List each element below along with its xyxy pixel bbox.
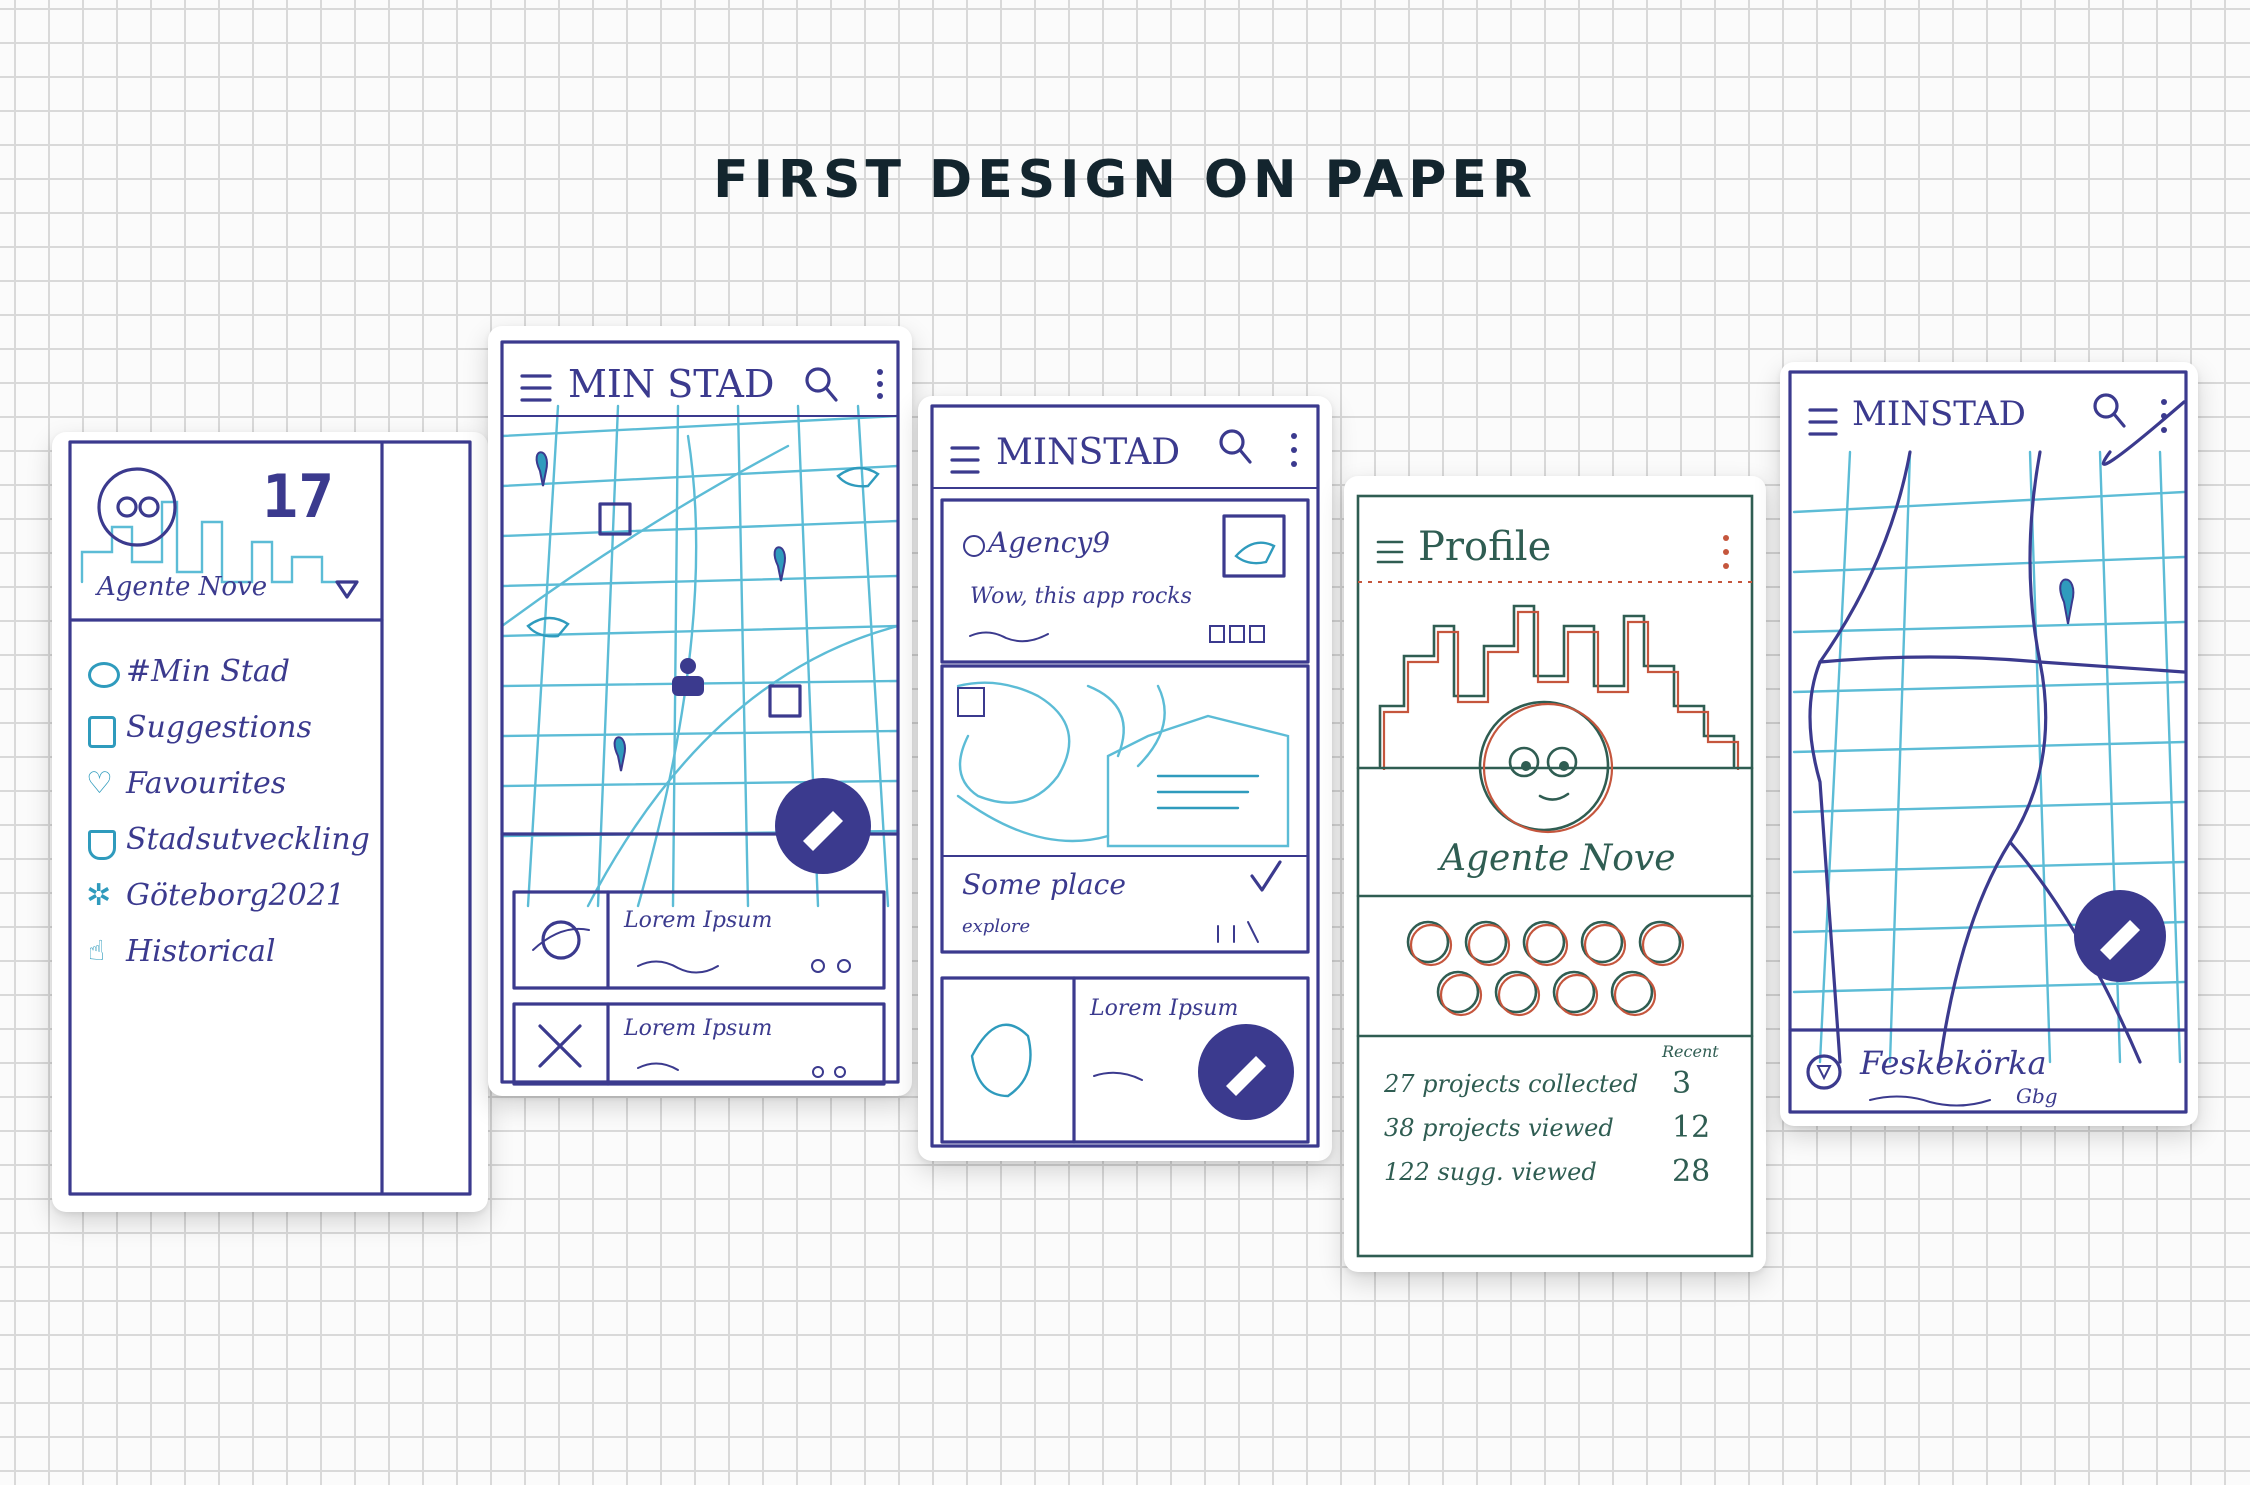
list-item[interactable]: Lorem Ipsum bbox=[514, 1004, 884, 1084]
more-icon[interactable] bbox=[1282, 426, 1306, 470]
list-item[interactable]: Lorem Ipsum bbox=[514, 892, 884, 988]
user-badge-count: 17 bbox=[262, 462, 335, 532]
planet-icon bbox=[88, 662, 120, 688]
menu-icon[interactable] bbox=[1372, 534, 1408, 570]
list-card[interactable]: Lorem Ipsum bbox=[942, 978, 1308, 1142]
stat-recent: 3 bbox=[1672, 1066, 1692, 1101]
app-title: MINSTAD bbox=[1852, 394, 2026, 434]
post-text: Wow, this app rocks bbox=[970, 584, 1192, 609]
search-icon[interactable] bbox=[1216, 426, 1256, 466]
menu-item-stadsutveckling[interactable]: Stadsutveckling bbox=[82, 820, 370, 866]
stat-row: 27 projects collected 3 bbox=[1384, 1066, 1744, 1112]
stat-row: 38 projects viewed 12 bbox=[1384, 1110, 1744, 1156]
add-button[interactable] bbox=[2074, 890, 2166, 982]
post-card[interactable]: Agency9 Wow, this app rocks bbox=[942, 500, 1308, 662]
sketch-profile-screen: Profile Agente Nove Recent 27 projects c… bbox=[1344, 476, 1766, 1272]
menu-icon[interactable] bbox=[946, 440, 986, 480]
account-dropdown-icon[interactable] bbox=[334, 577, 362, 601]
stat-label: 122 sugg. viewed bbox=[1384, 1158, 1597, 1186]
menu-item-favourites[interactable]: ♡ Favourites bbox=[82, 764, 362, 810]
place-city: Gbg bbox=[2016, 1084, 2058, 1108]
menu-item-label: Favourites bbox=[126, 766, 287, 801]
stat-label: 27 projects collected bbox=[1384, 1070, 1639, 1098]
explore-link[interactable]: explore bbox=[962, 916, 1030, 937]
menu-item-minstad[interactable]: #Min Stad bbox=[82, 652, 362, 698]
heart-icon: ♡ bbox=[86, 766, 113, 801]
sketch-drawer-menu: 17 Agente Nove #Min Stad Suggestions ♡ F… bbox=[52, 432, 488, 1212]
search-icon[interactable] bbox=[802, 364, 842, 404]
profile-user-name: Agente Nove bbox=[1440, 838, 1676, 879]
badge-list[interactable] bbox=[1404, 916, 1704, 1016]
thumb-icon bbox=[88, 716, 116, 748]
drawer-user-name: Agente Nove bbox=[97, 572, 268, 602]
place-info-bar[interactable]: Feskekörka Gbg bbox=[1790, 1032, 2186, 1112]
hand-icon: ☝ bbox=[88, 934, 106, 967]
menu-item-goteborg2021[interactable]: ✲ Göteborg2021 bbox=[82, 876, 362, 922]
place-card[interactable]: Some place explore bbox=[942, 666, 1308, 952]
stat-recent: 12 bbox=[1672, 1110, 1711, 1145]
list-item-title: Lorem Ipsum bbox=[624, 908, 773, 933]
menu-item-suggestions[interactable]: Suggestions bbox=[82, 708, 362, 754]
stats-header: Recent bbox=[1662, 1042, 1719, 1061]
stat-recent: 28 bbox=[1672, 1154, 1711, 1189]
map-area[interactable] bbox=[502, 418, 898, 832]
star-icon: ✲ bbox=[86, 878, 112, 913]
menu-item-label: Göteborg2021 bbox=[126, 878, 345, 913]
list-card-title: Lorem Ipsum bbox=[1090, 996, 1239, 1021]
sketch-route-screen: MINSTAD Feskekörka Gbg bbox=[1780, 362, 2198, 1126]
menu-item-label: #Min Stad bbox=[126, 654, 291, 689]
menu-icon[interactable] bbox=[516, 368, 556, 408]
location-icon bbox=[1806, 1054, 1842, 1090]
menu-item-label: Historical bbox=[126, 934, 276, 969]
sketch-feed-screen: MINSTAD Agency9 Wow, this app rocks Some… bbox=[918, 396, 1332, 1161]
app-title: MIN STAD bbox=[568, 362, 775, 406]
list-item-title: Lorem Ipsum bbox=[624, 1016, 773, 1041]
stat-label: 38 projects viewed bbox=[1384, 1114, 1614, 1142]
profile-title: Profile bbox=[1418, 524, 1552, 570]
post-author: Agency9 bbox=[988, 526, 1111, 559]
menu-icon[interactable] bbox=[1804, 402, 1844, 442]
search-icon[interactable] bbox=[2090, 390, 2130, 430]
menu-item-label: Suggestions bbox=[126, 710, 312, 745]
stat-row: 122 sugg. viewed 28 bbox=[1384, 1154, 1744, 1200]
more-icon[interactable] bbox=[2152, 390, 2176, 434]
add-button[interactable] bbox=[775, 778, 871, 874]
more-icon[interactable] bbox=[1714, 530, 1738, 574]
menu-item-historical[interactable]: ☝ Historical bbox=[82, 932, 362, 978]
place-name: Feskekörka bbox=[1860, 1044, 2047, 1082]
app-title: MINSTAD bbox=[996, 432, 1181, 473]
page-title: FIRST DESIGN ON PAPER bbox=[713, 150, 1537, 210]
more-icon[interactable] bbox=[868, 364, 892, 404]
menu-item-label: Stadsutveckling bbox=[126, 822, 370, 857]
sketch-map-screen: MIN STAD Lorem Ipsum Lorem Ipsum bbox=[488, 326, 912, 1096]
place-title: Some place bbox=[962, 868, 1126, 901]
shield-icon bbox=[88, 830, 116, 860]
